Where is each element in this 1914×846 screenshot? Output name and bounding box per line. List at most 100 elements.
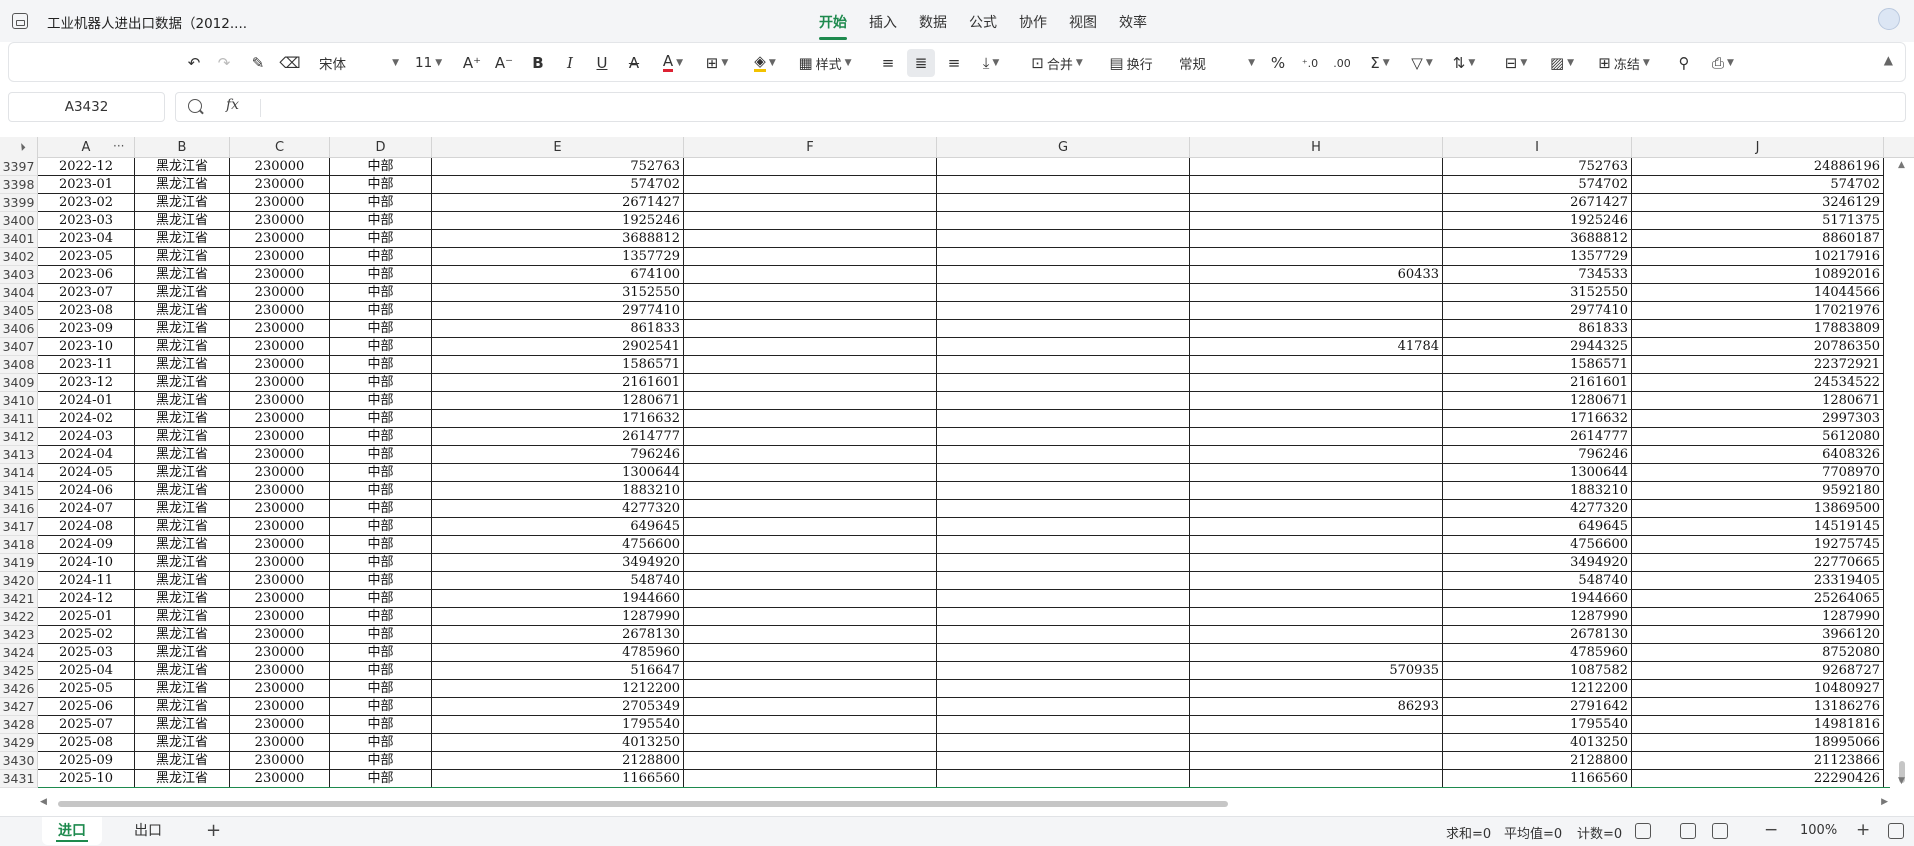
cell-c[interactable]: 230000: [230, 644, 330, 662]
cell-a[interactable]: 2025-06: [38, 698, 135, 716]
cell-c[interactable]: 230000: [230, 176, 330, 194]
cell-g[interactable]: [937, 662, 1190, 680]
cell-d[interactable]: 中部: [330, 716, 432, 734]
column-header-e[interactable]: E: [432, 137, 684, 158]
cell-g[interactable]: [937, 608, 1190, 626]
cell-h[interactable]: [1190, 230, 1443, 248]
cell-d[interactable]: 中部: [330, 176, 432, 194]
row-header[interactable]: 3399: [0, 194, 38, 212]
cell-i[interactable]: 1925246: [1443, 212, 1632, 230]
cell-d[interactable]: 中部: [330, 662, 432, 680]
row-header[interactable]: 3410: [0, 392, 38, 410]
cell-i[interactable]: 1586571: [1443, 356, 1632, 374]
cell-e[interactable]: 1944660: [432, 590, 684, 608]
row-header[interactable]: 3405: [0, 302, 38, 320]
column-header-j[interactable]: J: [1632, 137, 1884, 158]
row-header[interactable]: 3421: [0, 590, 38, 608]
bold-icon[interactable]: B: [525, 49, 551, 77]
cell-b[interactable]: 黑龙江省: [135, 536, 230, 554]
cell-h[interactable]: [1190, 320, 1443, 338]
cell-d[interactable]: 中部: [330, 464, 432, 482]
row-header[interactable]: 3398: [0, 176, 38, 194]
cell-a[interactable]: 2025-02: [38, 626, 135, 644]
cell-d[interactable]: 中部: [330, 500, 432, 518]
cell-h[interactable]: [1190, 194, 1443, 212]
cell-b[interactable]: 黑龙江省: [135, 158, 230, 176]
cell-f[interactable]: [684, 158, 937, 176]
cell-b[interactable]: 黑龙江省: [135, 194, 230, 212]
cell-f[interactable]: [684, 176, 937, 194]
cell-j[interactable]: 5612080: [1632, 428, 1884, 446]
cell-g[interactable]: [937, 698, 1190, 716]
cell-h[interactable]: [1190, 644, 1443, 662]
cell-b[interactable]: 黑龙江省: [135, 230, 230, 248]
zoom-out-button[interactable]: −: [1764, 820, 1778, 840]
font-family-select[interactable]: 宋体 ▼: [315, 49, 403, 77]
cell-a[interactable]: 2025-08: [38, 734, 135, 752]
cell-j[interactable]: 6408326: [1632, 446, 1884, 464]
cell-c[interactable]: 230000: [230, 248, 330, 266]
cell-a[interactable]: 2024-09: [38, 536, 135, 554]
cell-j[interactable]: 9268727: [1632, 662, 1884, 680]
cell-g[interactable]: [937, 428, 1190, 446]
column-header-c[interactable]: C: [230, 137, 330, 158]
row-header[interactable]: 3414: [0, 464, 38, 482]
cell-f[interactable]: [684, 248, 937, 266]
cell-f[interactable]: [684, 644, 937, 662]
cell-c[interactable]: 230000: [230, 662, 330, 680]
cell-d[interactable]: 中部: [330, 356, 432, 374]
cell-b[interactable]: 黑龙江省: [135, 734, 230, 752]
cell-f[interactable]: [684, 680, 937, 698]
row-header[interactable]: 3419: [0, 554, 38, 572]
normal-view-icon[interactable]: [1680, 823, 1696, 839]
cell-g[interactable]: [937, 770, 1190, 788]
cell-j[interactable]: 13869500: [1632, 500, 1884, 518]
align-center-icon[interactable]: ≣: [907, 49, 935, 77]
cell-e[interactable]: 2977410: [432, 302, 684, 320]
cell-d[interactable]: 中部: [330, 698, 432, 716]
cell-f[interactable]: [684, 284, 937, 302]
cell-i[interactable]: 1087582: [1443, 662, 1632, 680]
cell-h[interactable]: [1190, 482, 1443, 500]
cell-e[interactable]: 4756600: [432, 536, 684, 554]
cell-a[interactable]: 2024-02: [38, 410, 135, 428]
cell-b[interactable]: 黑龙江省: [135, 248, 230, 266]
cell-b[interactable]: 黑龙江省: [135, 446, 230, 464]
cell-i[interactable]: 796246: [1443, 446, 1632, 464]
cell-i[interactable]: 4785960: [1443, 644, 1632, 662]
merge-button[interactable]: ⊡ 合并 ▼: [1021, 49, 1093, 77]
cell-g[interactable]: [937, 518, 1190, 536]
cell-f[interactable]: [684, 590, 937, 608]
cell-j[interactable]: 24886196: [1632, 158, 1884, 176]
cell-f[interactable]: [684, 410, 937, 428]
cell-h[interactable]: 60433: [1190, 266, 1443, 284]
row-header[interactable]: 3425: [0, 662, 38, 680]
cell-c[interactable]: 230000: [230, 302, 330, 320]
cell-d[interactable]: 中部: [330, 482, 432, 500]
cell-f[interactable]: [684, 626, 937, 644]
cell-f[interactable]: [684, 266, 937, 284]
cell-c[interactable]: 230000: [230, 194, 330, 212]
cell-c[interactable]: 230000: [230, 410, 330, 428]
cell-f[interactable]: [684, 212, 937, 230]
cell-a[interactable]: 2023-02: [38, 194, 135, 212]
cell-b[interactable]: 黑龙江省: [135, 698, 230, 716]
cell-e[interactable]: 1357729: [432, 248, 684, 266]
cell-a[interactable]: 2023-11: [38, 356, 135, 374]
cell-f[interactable]: [684, 464, 937, 482]
cell-j[interactable]: 13186276: [1632, 698, 1884, 716]
cell-a[interactable]: 2024-01: [38, 392, 135, 410]
cell-h[interactable]: 570935: [1190, 662, 1443, 680]
cell-c[interactable]: 230000: [230, 734, 330, 752]
cell-a[interactable]: 2023-12: [38, 374, 135, 392]
cell-i[interactable]: 1716632: [1443, 410, 1632, 428]
cell-b[interactable]: 黑龙江省: [135, 716, 230, 734]
menu-collab[interactable]: 协作: [1008, 10, 1058, 34]
cell-a[interactable]: 2025-10: [38, 770, 135, 788]
font-shrink-icon[interactable]: A⁻: [491, 49, 517, 77]
cell-f[interactable]: [684, 338, 937, 356]
row-header[interactable]: 3429: [0, 734, 38, 752]
sheet-tab-export[interactable]: 出口: [118, 817, 178, 845]
cell-c[interactable]: 230000: [230, 374, 330, 392]
cell-g[interactable]: [937, 716, 1190, 734]
